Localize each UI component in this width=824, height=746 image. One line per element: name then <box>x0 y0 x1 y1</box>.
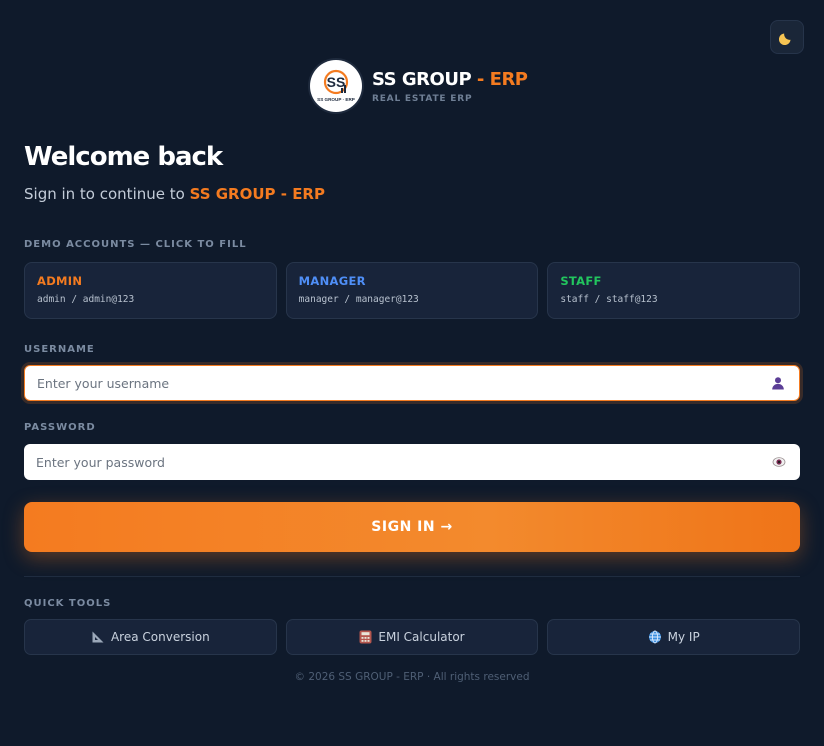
moon-icon <box>779 33 791 45</box>
demo-credentials-manager: manager / manager@123 <box>298 294 419 305</box>
page-title: Welcome back <box>24 142 223 172</box>
demo-accounts-label: DEMO ACCOUNTS — CLICK TO FILL <box>24 239 247 250</box>
password-label: PASSWORD <box>24 422 96 433</box>
theme-toggle-button[interactable] <box>770 20 804 54</box>
demo-account-admin[interactable]: ADMIN admin / admin@123 <box>24 262 277 319</box>
logo-letters: SS <box>327 74 346 90</box>
ruler-triangle-icon <box>92 631 104 643</box>
subtitle-accent: SS GROUP - ERP <box>189 185 325 203</box>
sign-in-button[interactable]: SIGN IN → <box>24 502 800 552</box>
demo-account-manager[interactable]: MANAGER manager / manager@123 <box>285 262 539 319</box>
password-field <box>24 444 800 480</box>
demo-credentials-admin: admin / admin@123 <box>37 294 135 305</box>
calculator-icon <box>359 630 372 644</box>
user-icon <box>769 374 787 392</box>
emi-calculator-label: EMI Calculator <box>378 630 465 644</box>
logo-tagline: SS GROUP · ERP <box>317 97 355 102</box>
login-page: SS SS GROUP · ERP SS GROUP - ERP REAL ES… <box>0 0 824 746</box>
username-input[interactable] <box>37 375 769 391</box>
logo-graphic: SS SS GROUP · ERP <box>317 69 355 102</box>
area-conversion-label: Area Conversion <box>110 630 210 644</box>
my-ip-button[interactable]: My IP <box>547 619 801 655</box>
subtitle-prefix: Sign in to continue to <box>24 185 190 203</box>
globe-icon <box>648 630 661 644</box>
demo-credentials-staff: staff / staff@123 <box>560 294 658 305</box>
brand-name-main: SS GROUP <box>372 68 472 90</box>
emi-calculator-button[interactable]: EMI Calculator <box>285 619 539 655</box>
copyright-footer: © 2026 SS GROUP - ERP · All rights reser… <box>294 671 530 683</box>
brand-name: SS GROUP - ERP <box>372 69 528 90</box>
quick-tools: Area Conversion EMI Calculator My IP <box>24 619 801 655</box>
brand-logo: SS SS GROUP · ERP <box>310 60 362 112</box>
section-divider <box>24 576 800 577</box>
page-subtitle: Sign in to continue to SS GROUP - ERP <box>24 185 325 203</box>
quick-tools-label: QUICK TOOLS <box>24 598 112 609</box>
demo-role-manager: MANAGER <box>298 274 366 288</box>
brand-name-accent: - ERP <box>471 68 528 90</box>
demo-account-staff[interactable]: STAFF staff / staff@123 <box>547 262 801 319</box>
eye-icon[interactable] <box>770 453 788 471</box>
my-ip-label: My IP <box>667 630 700 644</box>
username-field <box>24 365 800 401</box>
brand-header: SS SS GROUP · ERP SS GROUP - ERP REAL ES… <box>310 60 528 112</box>
area-conversion-button[interactable]: Area Conversion <box>24 619 277 655</box>
demo-role-admin: ADMIN <box>37 274 83 288</box>
brand-subtitle: REAL ESTATE ERP <box>372 93 473 104</box>
username-label: USERNAME <box>24 344 95 355</box>
password-input[interactable] <box>36 454 770 470</box>
demo-role-staff: STAFF <box>560 274 602 288</box>
demo-accounts: ADMIN admin / admin@123 MANAGER manager … <box>24 262 801 319</box>
